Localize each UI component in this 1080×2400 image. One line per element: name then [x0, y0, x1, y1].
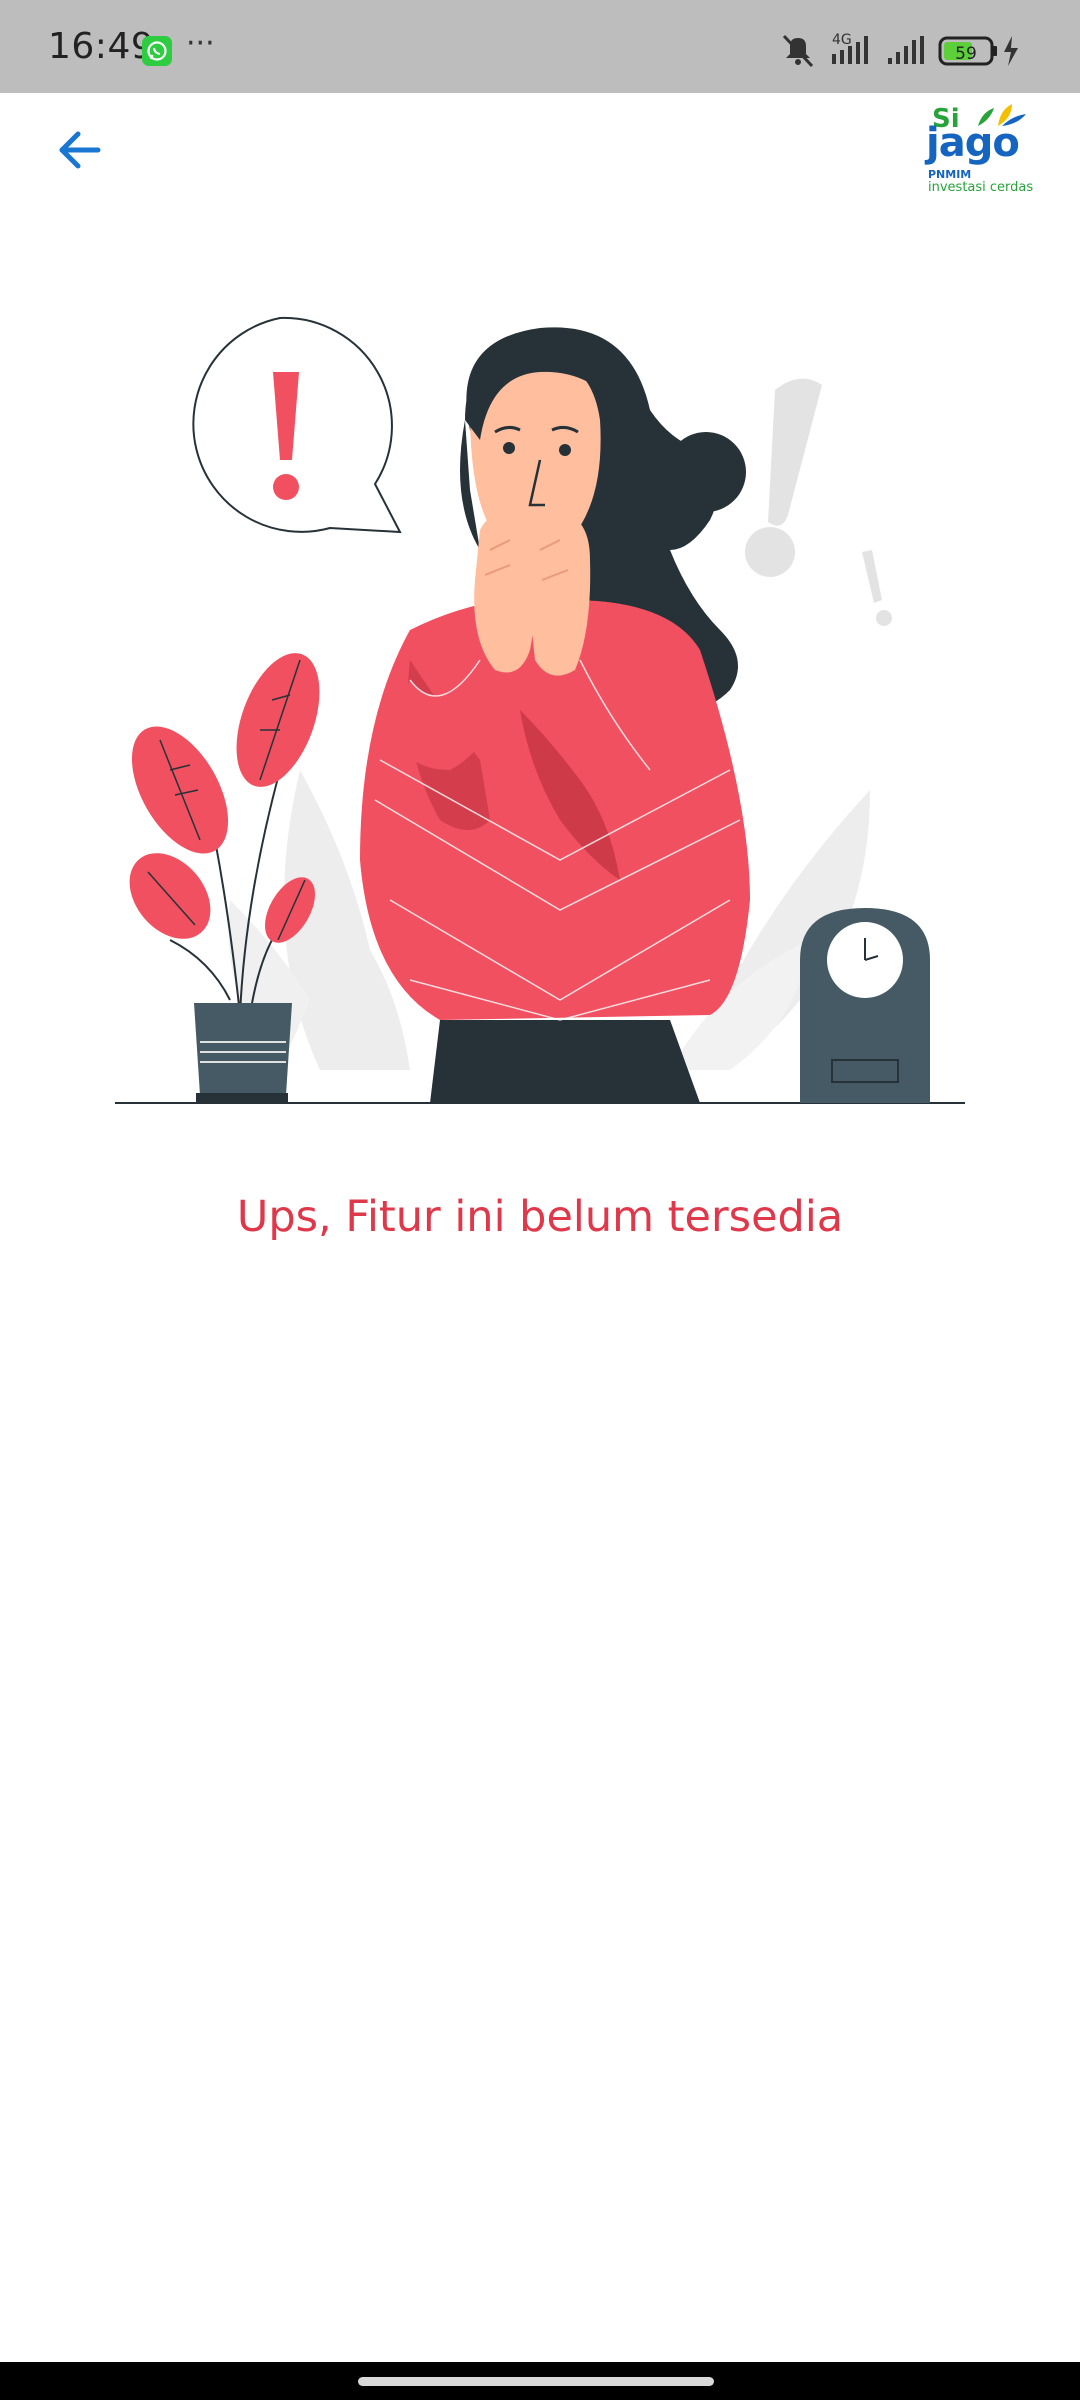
status-time: 16:49: [48, 26, 155, 67]
mute-icon: [782, 34, 814, 68]
whatsapp-icon: [142, 36, 172, 66]
svg-text:59: 59: [955, 44, 977, 64]
logo-jago: jago: [926, 120, 1020, 166]
back-button[interactable]: [48, 118, 112, 182]
home-gesture-handle[interactable]: [358, 2377, 714, 2386]
signal-icon: [888, 36, 924, 64]
sijago-logo: Si jago PNMIM investasi cerdas: [926, 100, 1036, 200]
logo-tagline: investasi cerdas: [928, 180, 1034, 195]
surprised-woman-illustration: [115, 316, 965, 1104]
navigation-bar: [0, 2362, 1080, 2400]
status-icons: 4G 59: [782, 32, 1018, 68]
more-notifications: ···: [186, 26, 215, 61]
battery-icon: 59: [938, 36, 997, 66]
charging-icon: [1004, 36, 1018, 66]
screen: 16:49 ··· 4G 59 Si jago PNMIM investasi …: [0, 0, 1080, 2400]
arrow-left-icon: [59, 131, 101, 169]
unavailable-message: Ups, Fitur ini belum tersedia: [236, 1192, 844, 1242]
status-bar: 16:49 ··· 4G 59: [0, 0, 1080, 93]
signal-icon: 4G: [832, 32, 868, 64]
svg-text:4G: 4G: [832, 32, 852, 48]
